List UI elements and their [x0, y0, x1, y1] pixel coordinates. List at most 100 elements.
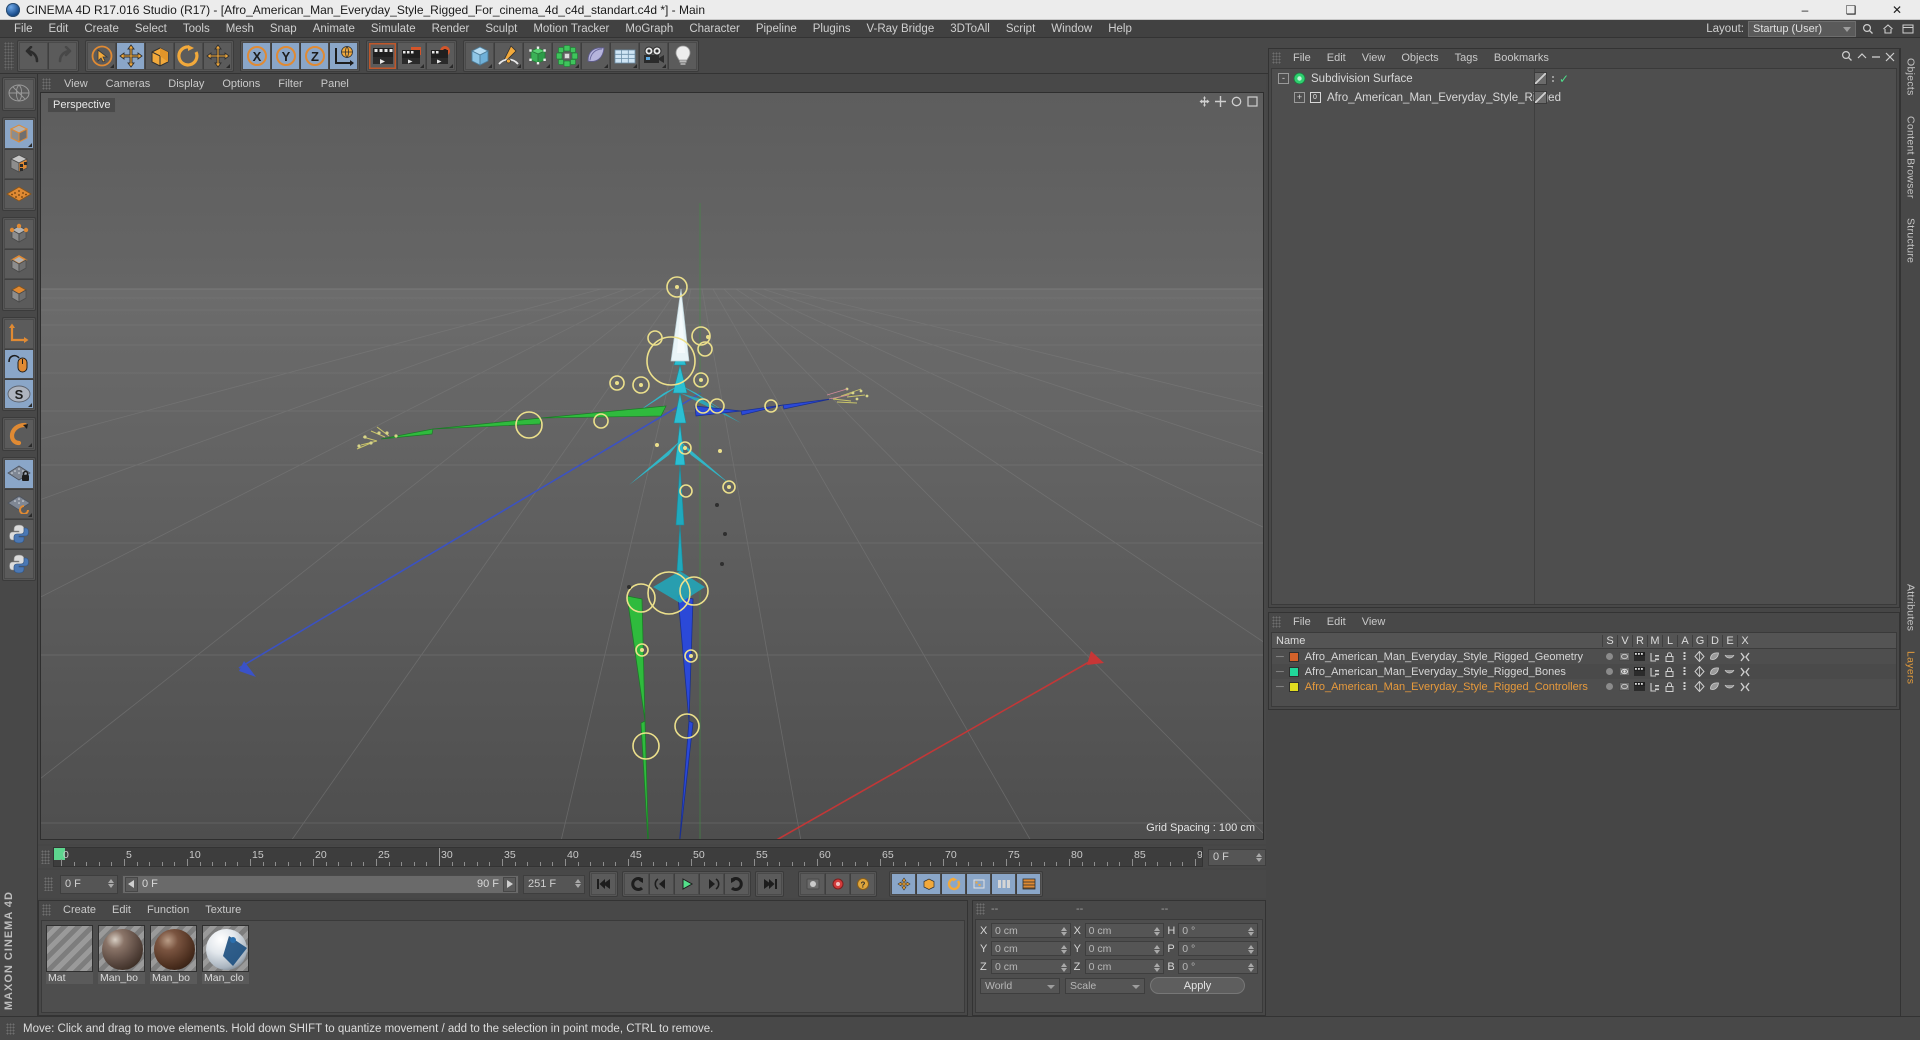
texture-mode-button[interactable] — [3, 149, 34, 179]
spinner-icon[interactable] — [1060, 945, 1067, 954]
layer-animation-toggle[interactable] — [1677, 651, 1692, 662]
menu-select[interactable]: Select — [127, 20, 175, 38]
menu-pipeline[interactable]: Pipeline — [748, 20, 805, 38]
dock-tab-layers[interactable]: Layers — [1905, 645, 1917, 690]
menu-sculpt[interactable]: Sculpt — [477, 20, 525, 38]
layer-row-geometry[interactable]: ─ Afro_American_Man_Everyday_Style_Rigge… — [1272, 649, 1896, 664]
maximize-view-icon[interactable] — [1247, 96, 1258, 110]
layer-solo-toggle[interactable] — [1602, 668, 1617, 675]
objmgr-menu-file[interactable]: File — [1285, 52, 1319, 64]
tag-dots-icon[interactable] — [1551, 94, 1555, 101]
undo-button[interactable] — [19, 41, 48, 70]
position-key-toggle[interactable] — [891, 873, 916, 895]
render-settings-button[interactable] — [426, 41, 455, 70]
add-deformer-button[interactable] — [581, 41, 610, 70]
matmgr-menu-create[interactable]: Create — [55, 904, 104, 916]
layer-lock-toggle[interactable] — [1662, 681, 1677, 692]
search-icon[interactable] — [1860, 21, 1876, 37]
render-to-picture-viewer-button[interactable] — [397, 41, 426, 70]
axis-z-toggle[interactable]: Z — [300, 41, 329, 70]
size-x-field[interactable]: 0 cm — [1084, 923, 1165, 938]
menu-render[interactable]: Render — [424, 20, 478, 38]
viewport-menu-options[interactable]: Options — [213, 78, 269, 90]
workplane-mode-button[interactable] — [3, 179, 34, 209]
add-light-button[interactable] — [668, 41, 697, 70]
tag-dots-icon[interactable] — [1551, 75, 1555, 82]
spinner-icon[interactable] — [575, 878, 581, 888]
axis-y-toggle[interactable]: Y — [271, 41, 300, 70]
max-frame-field[interactable]: 251 F — [523, 874, 585, 894]
menu-simulate[interactable]: Simulate — [363, 20, 424, 38]
layer-deformer-toggle[interactable] — [1707, 681, 1722, 692]
spinner-icon[interactable] — [1060, 927, 1067, 936]
rotation-p-field[interactable]: 0 ° — [1178, 941, 1258, 956]
move-tool-button[interactable] — [116, 41, 145, 70]
layer-color-swatch[interactable] — [1288, 651, 1299, 662]
maximize-button[interactable]: ❑ — [1828, 0, 1874, 20]
layer-render-toggle[interactable] — [1632, 667, 1647, 676]
range-start-handle[interactable] — [125, 876, 138, 892]
layer-color-swatch[interactable] — [1288, 681, 1299, 692]
menu-character[interactable]: Character — [681, 20, 748, 38]
material-manager-grip[interactable] — [42, 903, 51, 916]
polygons-mode-button[interactable] — [3, 279, 34, 309]
matmgr-menu-function[interactable]: Function — [139, 904, 197, 916]
current-frame-field[interactable]: 0 F — [60, 874, 118, 894]
layer-xref-toggle[interactable] — [1737, 682, 1752, 692]
object-tag-area[interactable] — [1534, 91, 1555, 104]
add-cube-button[interactable] — [465, 41, 494, 70]
rotate-tool-button[interactable] — [174, 41, 203, 70]
spinner-icon[interactable] — [1247, 927, 1254, 936]
layer-animation-toggle[interactable] — [1677, 666, 1692, 677]
timeline-grip[interactable] — [41, 850, 50, 864]
add-mograph-button[interactable] — [552, 41, 581, 70]
layermgr-menu-view[interactable]: View — [1354, 616, 1394, 628]
layer-visible-toggle[interactable] — [1617, 682, 1632, 691]
timeline-current-frame-field[interactable]: 0 F — [1208, 848, 1266, 866]
position-y-field[interactable]: 0 cm — [990, 941, 1071, 956]
expander-toggle[interactable]: + — [1294, 92, 1305, 103]
go-to-start-button[interactable] — [591, 873, 616, 895]
panel-menu-icon[interactable] — [1900, 21, 1916, 37]
move-view-icon[interactable] — [1199, 96, 1210, 110]
material-thumbnail[interactable] — [46, 925, 93, 972]
render-view-button[interactable] — [368, 41, 397, 70]
menu-file[interactable]: File — [6, 20, 41, 38]
scale-key-toggle[interactable] — [916, 873, 941, 895]
python-generator-button[interactable] — [3, 549, 34, 579]
menu-snap[interactable]: Snap — [262, 20, 305, 38]
spinner-icon[interactable] — [1256, 852, 1262, 862]
layer-solo-toggle[interactable] — [1602, 683, 1617, 690]
layer-animation-toggle[interactable] — [1677, 681, 1692, 692]
coordinate-system-select[interactable]: World — [980, 977, 1060, 994]
viewport-menu-view[interactable]: View — [55, 78, 97, 90]
object-tree[interactable]: - Subdivision Surface ✓ + 0 Afro_America… — [1271, 68, 1897, 605]
close-button[interactable]: ✕ — [1874, 0, 1920, 20]
display-tag-icon[interactable] — [1534, 91, 1547, 104]
menu-help[interactable]: Help — [1100, 20, 1140, 38]
material-thumbnail[interactable] — [202, 925, 249, 972]
material-thumbnail[interactable] — [150, 925, 197, 972]
close-panel-icon[interactable] — [1885, 51, 1895, 65]
expander-toggle[interactable]: - — [1278, 73, 1289, 84]
layer-manager-toggle[interactable] — [1647, 652, 1662, 662]
position-z-field[interactable]: 0 cm — [990, 959, 1071, 974]
object-row-subdivision-surface[interactable]: - Subdivision Surface ✓ — [1272, 69, 1896, 88]
viewport-menu-display[interactable]: Display — [159, 78, 213, 90]
layermgr-menu-file[interactable]: File — [1285, 616, 1319, 628]
layer-deformer-toggle[interactable] — [1707, 666, 1722, 677]
objmgr-menu-objects[interactable]: Objects — [1393, 52, 1446, 64]
timeline-toggle[interactable] — [1016, 873, 1041, 895]
add-environment-button[interactable] — [610, 41, 639, 70]
menu-mesh[interactable]: Mesh — [218, 20, 262, 38]
model-mode-button[interactable] — [3, 119, 34, 149]
previous-frame-button[interactable] — [649, 873, 674, 895]
material-item-mat[interactable]: Mat — [46, 925, 93, 1008]
planar-workplane-button[interactable] — [3, 489, 34, 519]
viewport-menu-filter[interactable]: Filter — [269, 78, 311, 90]
layer-expression-toggle[interactable] — [1722, 653, 1737, 661]
viewport-menu-cameras[interactable]: Cameras — [97, 78, 160, 90]
autokeying-button[interactable] — [825, 873, 850, 895]
menu-edit[interactable]: Edit — [41, 20, 77, 38]
layer-manager-grip[interactable] — [1272, 615, 1281, 628]
